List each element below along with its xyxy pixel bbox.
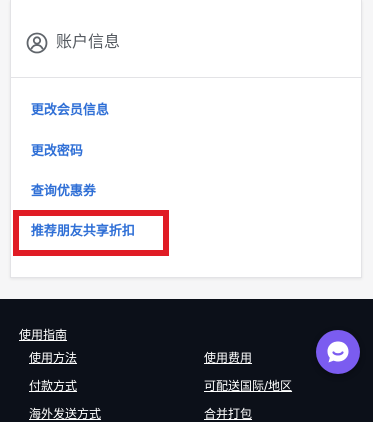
payment-methods-link[interactable]: 付款方式 [29, 378, 77, 394]
change-member-info-link[interactable]: 更改会员信息 [31, 102, 109, 120]
overseas-shipping-link[interactable]: 海外发送方式 [29, 406, 101, 422]
chat-button[interactable] [316, 330, 360, 374]
user-circle-icon [26, 32, 48, 54]
account-info-card: 账户信息 更改会员信息 更改密码 查询优惠券 推荐朋友共享折扣 [10, 0, 362, 278]
usage-guide-link[interactable]: 使用指南 [19, 327, 67, 343]
view-coupons-link[interactable]: 查询优惠券 [31, 183, 96, 201]
how-to-use-link[interactable]: 使用方法 [29, 350, 77, 366]
chat-bubble-icon [327, 341, 349, 363]
deliverable-countries-link[interactable]: 可配送国际/地区 [204, 378, 292, 394]
combined-packing-link[interactable]: 合并打包 [204, 406, 252, 422]
account-info-title: 账户信息 [56, 32, 121, 51]
change-password-link[interactable]: 更改密码 [31, 143, 83, 161]
usage-fees-link[interactable]: 使用费用 [204, 350, 252, 366]
refer-friend-discount-link[interactable]: 推荐朋友共享折扣 [31, 223, 135, 241]
account-info-header: 账户信息 [11, 0, 361, 78]
